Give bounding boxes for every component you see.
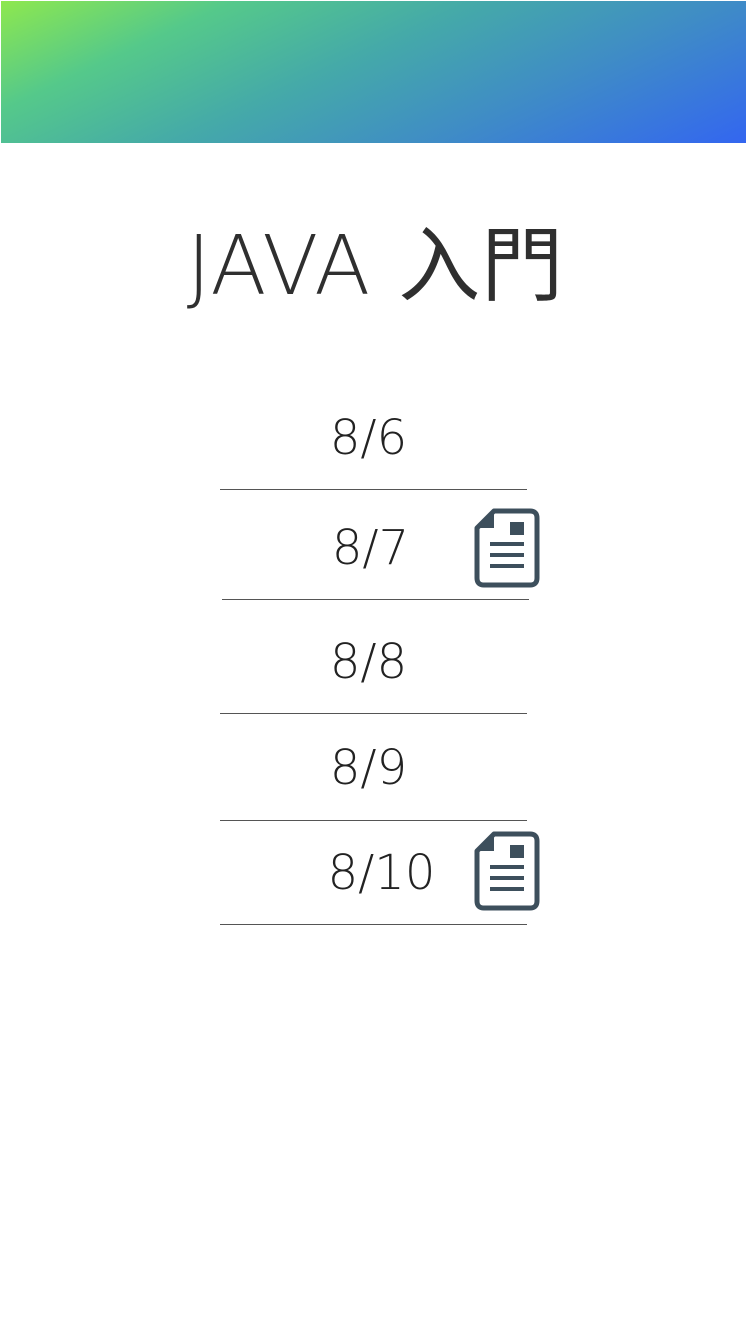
- date-label: 8/8: [329, 634, 408, 690]
- document-icon[interactable]: [474, 508, 540, 588]
- document-icon[interactable]: [474, 831, 540, 911]
- header-banner: [1, 1, 746, 143]
- date-row-4[interactable]: 8/9: [220, 714, 527, 821]
- date-label: 8/9: [329, 740, 408, 796]
- date-row-1[interactable]: 8/6: [220, 400, 527, 490]
- date-row-3[interactable]: 8/8: [220, 600, 527, 714]
- date-label: 8/6: [329, 410, 408, 466]
- page-title: JAVA 入門: [186, 219, 565, 314]
